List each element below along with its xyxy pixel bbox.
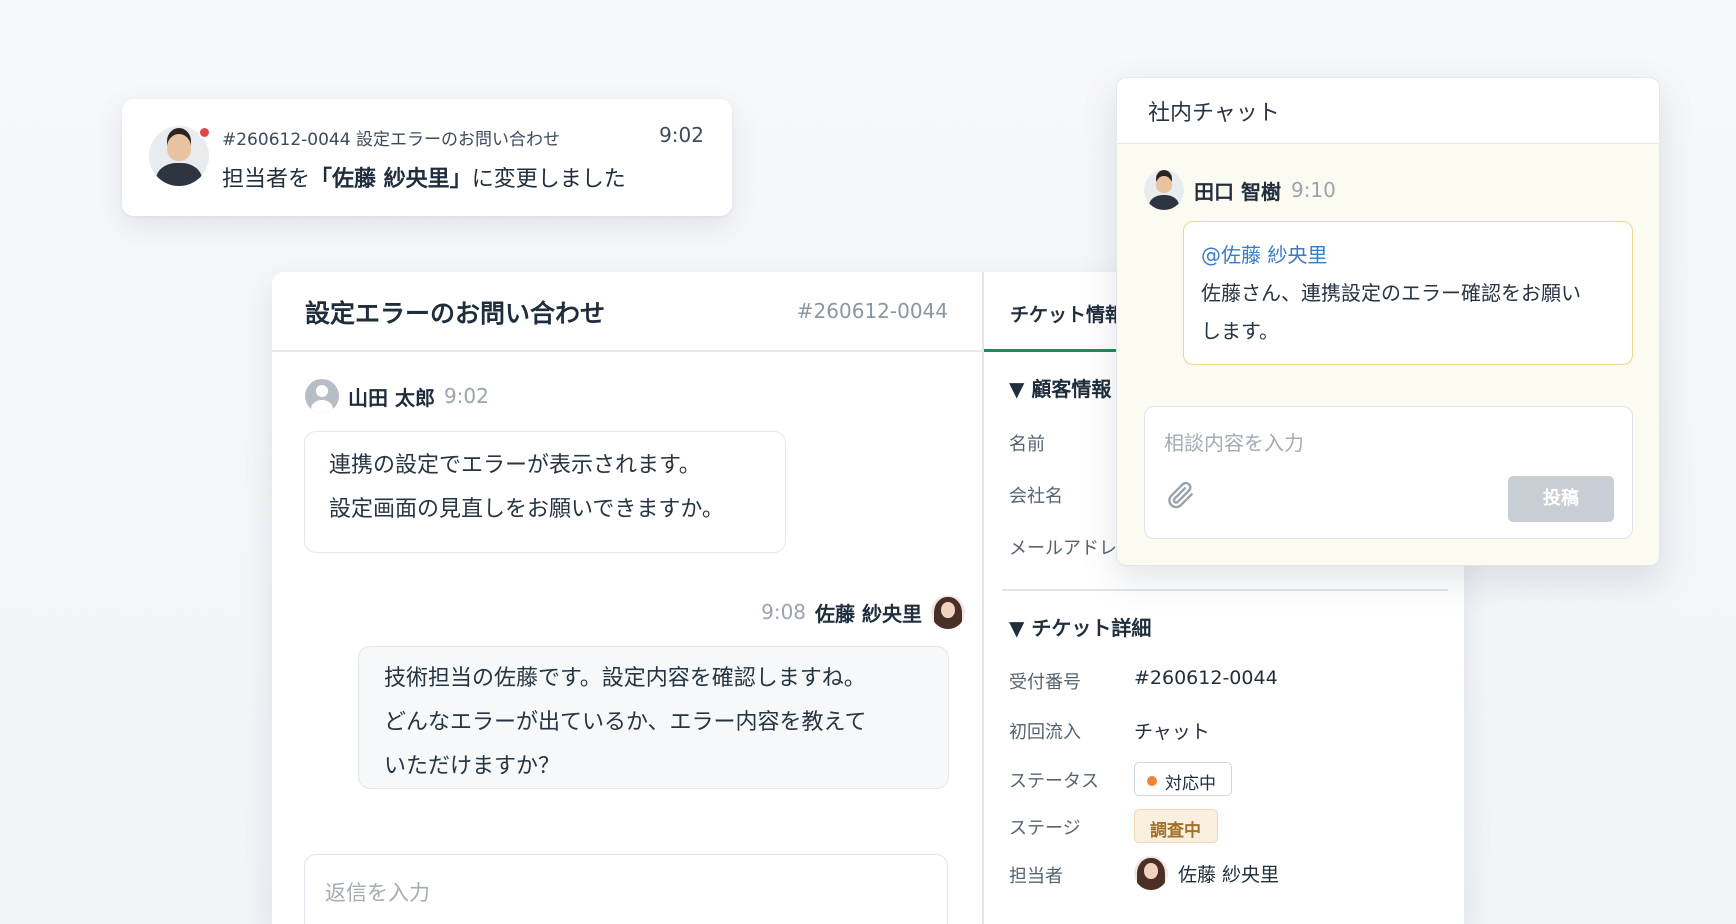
chat-message-bubble: @佐藤 紗央里 佐藤さん、連携設定のエラー確認をお願い します。 [1183,221,1633,365]
agent-message-bubble: 技術担当の佐藤です。設定内容を確認しますね。 どんなエラーが出ているか、エラー内… [358,646,949,789]
ticket-header: 設定エラーのお問い合わせ #260612-0044 [272,272,982,352]
agent-message-time: 9:08 [761,600,807,624]
assignee-change-notification[interactable]: #260612-0044 設定エラーのお問い合わせ 9:02 担当者を「佐藤 紗… [122,99,732,216]
message-line: 連携の設定でエラーが表示されます。 [329,453,701,478]
avatar [1144,170,1184,210]
notification-ticket-ref: #260612-0044 設定エラーのお問い合わせ [222,130,560,150]
agent-name: 佐藤 紗央里 [815,601,922,626]
message-line: します。 [1201,319,1279,343]
assignee-value[interactable]: 佐藤 紗央里 [1134,856,1279,890]
stage-badge[interactable]: 調査中 [1134,809,1218,843]
avatar [1134,856,1168,890]
agent-message-header: 9:08 佐藤 紗央里 [761,595,965,629]
customer-label-company: 会社名 [1009,486,1063,507]
message-line: どんなエラーが出ているか、エラー内容を教えて [384,710,867,735]
notification-message: 担当者を「佐藤 紗央里」に変更しました [222,161,626,193]
ticket-number: #260612-0044 [796,299,948,323]
notification-avatar-wrap [149,126,211,186]
customer-message-header: 山田 太郎 9:02 [305,379,489,413]
page-title: 設定エラーのお問い合わせ [305,299,606,328]
chat-sender-name: 田口 智樹 [1194,179,1281,204]
paperclip-icon[interactable] [1165,479,1197,511]
customer-message-bubble: 連携の設定でエラーが表示されます。 設定画面の見直しをお願いできますか。 [304,431,786,553]
user-icon [305,379,339,413]
chat-message-time: 9:10 [1290,178,1336,202]
notification-message-highlight: 「佐藤 紗央里」 [310,167,472,192]
mention-link[interactable]: @佐藤 紗央里 [1201,236,1615,274]
notification-time: 9:02 [659,123,704,147]
chat-input-placeholder: 相談内容を入力 [1164,431,1304,455]
unread-dot-icon [198,126,211,139]
section-divider [1002,589,1448,591]
detail-label-channel: 初回流入 [1009,722,1081,743]
customer-label-email: メールアドレ [1009,538,1117,559]
reply-input[interactable]: 返信を入力 [304,854,948,924]
ticket-detail-section[interactable]: ▼ チケット詳細 [1009,612,1151,641]
customer-name: 山田 太郎 [348,385,435,410]
message-line: 設定画面の見直しをお願いできますか。 [329,497,724,522]
internal-chat-panel: 社内チャット 田口 智樹 9:10 @佐藤 紗央里 佐藤さん、連携設定のエラー確… [1116,77,1660,566]
detail-label-status: ステータス [1009,771,1099,792]
avatar [931,595,965,629]
message-line: 佐藤さん、連携設定のエラー確認をお願い [1201,281,1581,305]
customer-label-name: 名前 [1009,434,1045,455]
panel-divider [982,272,984,924]
message-line: 技術担当の佐藤です。設定内容を確認しますね。 [384,666,866,691]
chat-input[interactable]: 相談内容を入力 投稿 [1144,406,1633,539]
detail-value-receipt: #260612-0044 [1134,667,1278,689]
notification-message-suffix: に変更しました [471,167,626,192]
detail-label-receipt: 受付番号 [1009,672,1081,693]
tab-ticket-info[interactable]: チケット情報 [984,272,1124,352]
customer-message-time: 9:02 [443,384,489,408]
notification-message-prefix: 担当者を [222,167,311,192]
post-button[interactable]: 投稿 [1508,476,1614,522]
status-badge[interactable]: 対応中 [1134,762,1232,796]
customer-info-section[interactable]: ▼ 顧客情報 [1009,373,1111,402]
detail-label-stage: ステージ [1009,818,1081,839]
chat-message-header: 田口 智樹 9:10 [1144,170,1336,210]
reply-placeholder: 返信を入力 [325,881,430,905]
assignee-name: 佐藤 紗央里 [1178,863,1280,886]
detail-label-assignee: 担当者 [1009,866,1063,887]
internal-chat-title: 社内チャット [1117,78,1659,144]
message-line: いただけますか？ [384,754,561,779]
detail-value-channel: チャット [1134,721,1210,743]
